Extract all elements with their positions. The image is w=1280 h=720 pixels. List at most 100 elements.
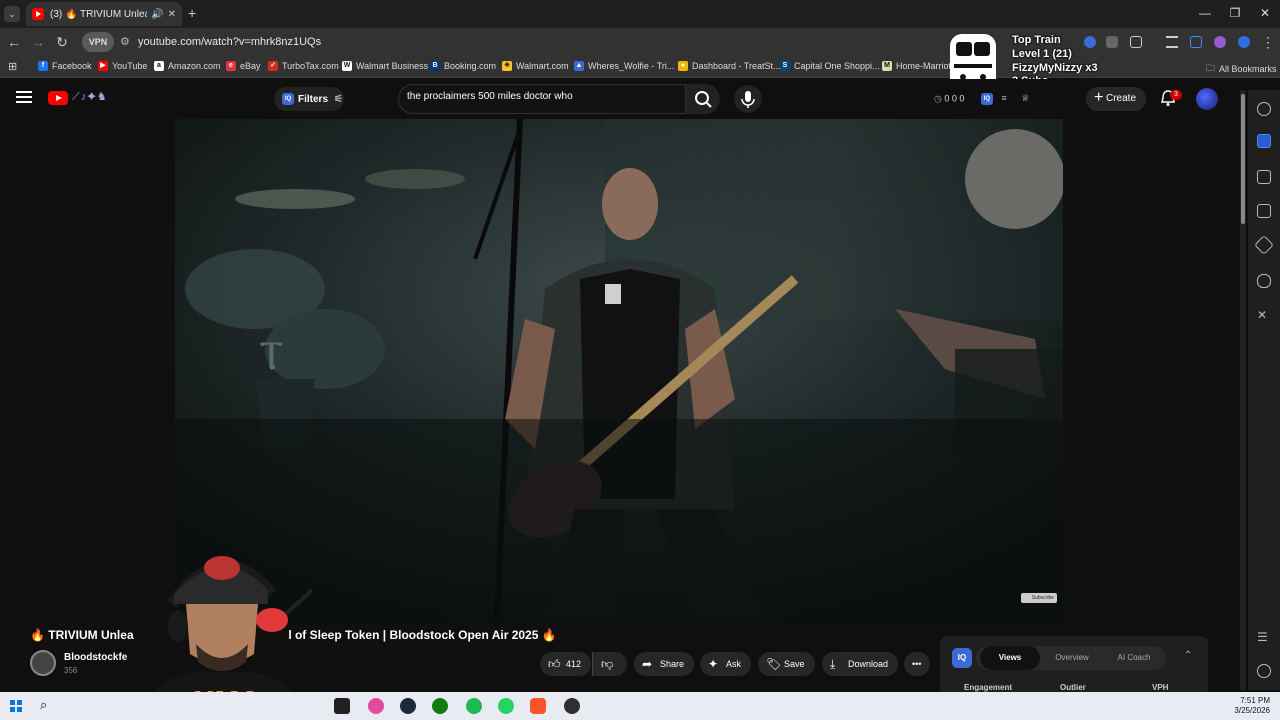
save-label: Save [784,659,805,669]
maps-pin-icon[interactable] [368,698,384,714]
xbox-icon[interactable] [432,698,448,714]
steam-icon[interactable] [400,698,416,714]
bookmark-amazon-com[interactable]: a Amazon.com [154,61,221,71]
menu-hamburger-icon[interactable] [16,91,32,103]
bookmark-booking-com[interactable]: B Booking.com [430,61,496,71]
close-window-icon[interactable]: ✕ [1250,6,1280,20]
shield-check-icon[interactable] [1238,36,1250,48]
filters-button[interactable]: IQ Filters ⚟ [274,87,344,111]
iq-tab-ai-coach[interactable]: AI Coach [1104,646,1164,670]
bookmark-facebook[interactable]: f Facebook [38,61,92,71]
close-tab-icon[interactable]: ✕ [168,9,176,20]
ask-button[interactable]: ✦ Ask [700,652,752,676]
browser-tab-active[interactable]: (3) 🔥 TRIVIUM Unleash Th... 🔊 ✕ [26,2,182,26]
iq-tab-group: Views Overview AI Coach [976,646,1166,670]
channel-avatar[interactable] [30,650,56,676]
profile-icon[interactable] [1214,36,1226,48]
trophy-icon[interactable]: ♕ [1021,93,1029,103]
system-clock[interactable]: 7:51 PM 3/25/2026 [1234,696,1270,716]
sidebar-settings-icon[interactable]: ☰ [1257,630,1271,644]
list-icon[interactable]: ≡ [1001,93,1006,103]
spotify-icon[interactable] [466,698,482,714]
bookmark-favicon-icon: a [154,61,164,71]
gamepad-icon[interactable] [1257,274,1271,288]
bookmark-label: Facebook [52,61,92,71]
create-button[interactable]: Create [1086,87,1146,111]
apps-grid-icon[interactable]: ⊞ [8,60,17,73]
tools-icon[interactable]: ✕ [1257,308,1271,322]
all-bookmarks-label: All Bookmarks [1219,64,1277,74]
bookmark-walmart-business[interactable]: W Walmart Business [342,61,428,71]
reading-list-icon[interactable] [1166,36,1178,48]
back-icon[interactable]: ← [4,34,24,50]
restore-icon[interactable]: ❐ [1220,6,1250,20]
search-input[interactable] [407,91,657,102]
copilot-icon[interactable] [1257,134,1271,148]
bookmark-capital-one-shoppi[interactable]: S Capital One Shoppi... [780,61,880,71]
train-title: Top Train [1012,34,1061,46]
share-button[interactable]: ➦ Share [634,652,695,676]
extension-icon-video[interactable] [1106,36,1118,48]
browser-tab-strip: ⌄ (3) 🔥 TRIVIUM Unleash Th... 🔊 ✕ + — ❐ … [0,0,1280,28]
minimize-icon[interactable]: — [1190,6,1220,20]
bookmark-walmart-com[interactable]: ✳ Walmart.com [502,61,569,71]
bookmark-home-marriott[interactable]: M Home-Marriott [882,61,954,71]
voice-search-button[interactable] [734,85,762,113]
page-scrollbar[interactable] [1240,90,1246,690]
brave-browser-icon[interactable] [530,698,546,714]
browser-menu-icon[interactable]: ⋮ [1258,34,1278,51]
youtube-favicon-icon [32,8,44,20]
header-stats: ◷ 0 0 0 IQ ≡ ♕ [934,93,1029,105]
iq-header-icon[interactable]: IQ [980,93,993,105]
iq-panel-badge: IQ [952,648,972,668]
document-icon[interactable] [1257,170,1271,184]
tag-icon[interactable] [1254,235,1274,255]
save-button[interactable]: 🏷︎ Save [758,652,815,676]
search-button[interactable] [686,84,720,114]
like-button[interactable]: 👍︎ 412 [540,652,592,676]
bookmark-label: eBay [240,61,261,71]
scrollbar-thumb[interactable] [1241,94,1245,224]
obs-icon[interactable] [564,698,580,714]
notifications-count-badge: 3 [1170,90,1182,100]
thumbs-down-icon: 👎︎ [601,657,614,671]
bookmark-dashboard-treatst[interactable]: ● Dashboard - TreatSt... [678,61,781,71]
help-icon[interactable] [1257,664,1271,678]
subscribe-watermark-button[interactable]: Subscribe [1021,593,1057,603]
site-settings-icon[interactable]: ⚙ [120,35,130,48]
all-bookmarks-folder[interactable]: 🗀 All Bookmarks [1206,61,1277,77]
tab-search-button[interactable]: ⌄ [4,6,20,22]
bookmark-turbotax-com[interactable]: ✓ TurboTax.com [268,61,339,71]
sidebar-toggle-icon[interactable] [1190,36,1202,48]
whatsapp-icon[interactable] [498,698,514,714]
microphone-icon [741,91,755,108]
speaker-icon[interactable]: 🔊 [151,9,163,20]
url-field[interactable]: youtube.com/watch?v=mhrk8nz1UQs [138,36,321,48]
windows-start-icon[interactable] [10,700,22,712]
bookmark-label: Capital One Shoppi... [794,61,880,71]
vpn-button[interactable]: VPN [82,32,114,52]
train-level: Level 1 (21) [1012,48,1072,60]
taskbar-search-icon[interactable]: ⌕ [40,697,47,713]
dislike-button[interactable]: 👎︎ [592,652,627,676]
more-actions-button[interactable]: ••• [904,652,930,676]
bookmark-youtube[interactable]: ▶ YouTube [98,61,147,71]
new-tab-button[interactable]: + [188,5,196,21]
iq-col-vph: VPH [1152,683,1169,692]
search-sidebar-icon[interactable] [1257,102,1271,116]
download-button[interactable]: ⤓ Download [822,652,899,676]
collapse-chevron-icon[interactable]: ⌃ [1184,650,1192,661]
search-box[interactable] [398,84,686,114]
forward-icon[interactable]: → [28,34,48,50]
epic-games-icon[interactable] [334,698,350,714]
reload-icon[interactable]: ↻ [52,34,72,51]
youtube-doodle-icon[interactable]: ⟋♪✦♞ [72,90,108,104]
youtube-logo[interactable] [48,91,68,105]
bookmark-ebay[interactable]: e eBay [226,61,261,71]
bookmark-wheres-wolfie-tri[interactable]: ▲ Wheres_Wolfie - Tri... [574,61,674,71]
iq-tab-overview[interactable]: Overview [1042,646,1102,670]
account-avatar[interactable] [1196,88,1218,110]
extensions-puzzle-icon[interactable] [1130,36,1142,48]
iq-tab-views[interactable]: Views [980,646,1040,670]
edit-note-icon[interactable] [1257,204,1271,218]
